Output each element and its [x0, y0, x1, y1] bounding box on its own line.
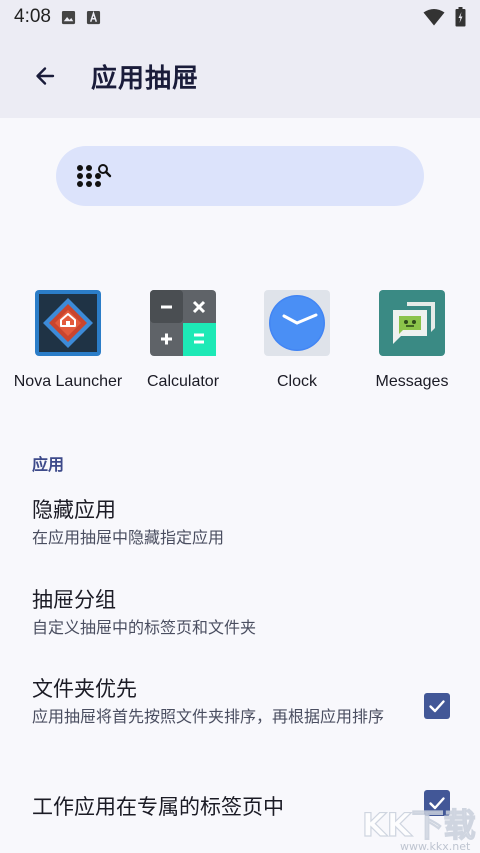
font-a-icon — [86, 10, 101, 24]
app-label: Clock — [276, 373, 317, 390]
app-label: Messages — [375, 373, 449, 390]
app-messages[interactable]: Messages — [352, 290, 472, 391]
nova-launcher-icon — [35, 290, 101, 356]
app-bar: 应用抽屉 — [0, 34, 480, 118]
arrow-back-icon — [36, 67, 55, 85]
app-label: Nova Launcher — [13, 373, 123, 390]
pref-hide-apps[interactable]: 隐藏应用 在应用抽屉中隐藏指定应用 — [32, 494, 402, 547]
app-clock[interactable]: Clock — [237, 290, 357, 391]
page-title: 应用抽屉 — [91, 63, 200, 94]
section-header-apps: 应用 — [32, 455, 65, 474]
check-icon — [429, 700, 445, 713]
folders-first-checkbox[interactable] — [424, 693, 450, 719]
app-label: Calculator — [146, 373, 220, 390]
svg-text:www.kkx.net: www.kkx.net — [400, 840, 471, 853]
pref-subtitle: 应用抽屉将首先按照文件夹排序，再根据应用排序 — [32, 707, 385, 726]
pref-work-apps-tab[interactable]: 工作应用在专属的标签页中 — [32, 791, 402, 821]
wifi-icon — [423, 8, 445, 25]
pref-folders-first[interactable]: 文件夹优先 应用抽屉将首先按照文件夹排序，再根据应用排序 — [32, 673, 394, 726]
pref-subtitle: 自定义抽屉中的标签页和文件夹 — [32, 618, 257, 637]
status-bar: 4:08 — [0, 0, 480, 34]
pref-drawer-groups[interactable]: 抽屉分组 自定义抽屉中的标签页和文件夹 — [32, 584, 402, 637]
kk-watermark-logo: KK下载 www.kkx.net — [361, 805, 476, 853]
calculator-icon — [150, 290, 216, 356]
pref-title: 工作应用在专属的标签页中 — [32, 795, 284, 819]
clock-icon — [264, 290, 330, 356]
messages-icon — [379, 290, 445, 356]
app-preview-row: Nova Launcher Calculator Clock Messages — [0, 290, 480, 400]
pref-subtitle: 在应用抽屉中隐藏指定应用 — [32, 528, 225, 547]
image-icon — [61, 10, 76, 24]
pref-title: 隐藏应用 — [32, 498, 116, 522]
svg-text:KK下载: KK下载 — [362, 806, 476, 844]
pref-title: 文件夹优先 — [32, 677, 137, 701]
battery-icon — [455, 7, 466, 27]
app-nova-launcher[interactable]: Nova Launcher — [8, 290, 128, 391]
status-time: 4:08 — [14, 6, 51, 27]
back-button[interactable] — [21, 52, 69, 100]
dots-search-icon — [77, 164, 112, 187]
app-calculator[interactable]: Calculator — [123, 290, 243, 391]
search-bar[interactable] — [56, 146, 424, 206]
pref-title: 抽屉分组 — [32, 588, 116, 612]
